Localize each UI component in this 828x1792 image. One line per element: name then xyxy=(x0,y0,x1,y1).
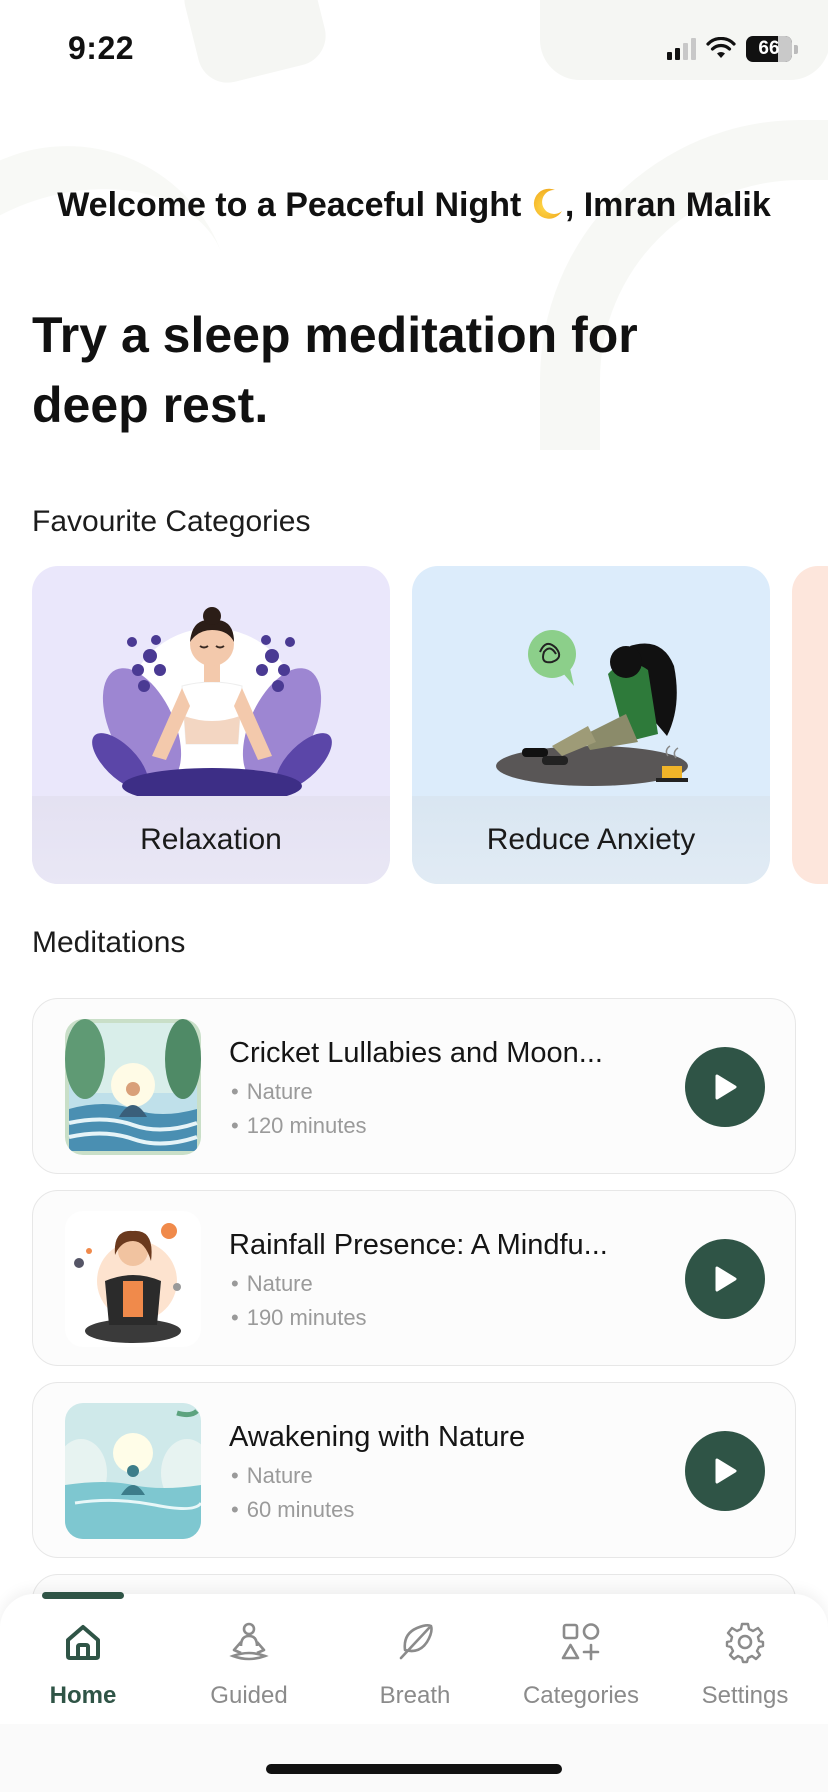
tab-breath[interactable]: Breath xyxy=(332,1620,498,1710)
play-button[interactable] xyxy=(685,1239,765,1319)
category-card-reduce-anxiety[interactable]: Reduce Anxiety xyxy=(412,566,770,884)
home-indicator[interactable] xyxy=(266,1764,562,1774)
tab-label: Breath xyxy=(379,1682,451,1709)
tab-settings[interactable]: Settings xyxy=(662,1620,828,1710)
category-card-relaxation[interactable]: Relaxation xyxy=(32,566,390,884)
tab-home[interactable]: Home xyxy=(0,1620,166,1710)
anxiety-illustration xyxy=(496,630,688,786)
tab-label: Categories xyxy=(522,1682,640,1709)
wifi-icon xyxy=(706,37,736,58)
play-icon xyxy=(715,1458,737,1484)
status-icons: 66 xyxy=(667,36,798,62)
battery-icon: 66 xyxy=(746,36,798,62)
shapes-icon xyxy=(561,1623,600,1661)
meditation-duration: • 120 minutes xyxy=(231,1113,367,1138)
tab-guided[interactable]: Guided xyxy=(166,1620,332,1710)
meditation-category: • Nature xyxy=(231,1463,313,1488)
play-button[interactable] xyxy=(685,1047,765,1127)
cellular-signal-icon xyxy=(667,38,696,60)
tab-label: Home xyxy=(49,1682,117,1709)
bottom-tab-bar: Home Guided Breath Categories Settings xyxy=(0,1592,828,1724)
meditation-category: • Nature xyxy=(231,1271,313,1296)
gear-icon xyxy=(725,1622,765,1664)
category-label: Relaxation xyxy=(32,796,390,884)
meditation-row[interactable]: Rainfall Presence: A Mindfu... • Nature •… xyxy=(32,1190,796,1366)
home-indicator-area xyxy=(0,1724,828,1792)
category-label: Reduce Anxiety xyxy=(412,796,770,884)
play-icon xyxy=(715,1266,737,1292)
meditation-title: Awakening with Nature xyxy=(229,1421,526,1453)
relaxation-illustration xyxy=(92,607,332,796)
meditations-section-title: Meditations xyxy=(32,926,186,959)
meditation-person-icon xyxy=(229,1622,269,1661)
meditation-duration: • 190 minutes xyxy=(231,1305,367,1330)
meditation-thumbnail xyxy=(65,1403,201,1539)
meditation-title: Cricket Lullabies and Moon... xyxy=(229,1037,603,1069)
meditation-duration: • 60 minutes xyxy=(231,1497,355,1522)
status-bar: 9:22 66 xyxy=(0,0,828,100)
meditation-row[interactable]: Cricket Lullabies and Moon... • Nature • 1… xyxy=(32,998,796,1174)
battery-level: 66 xyxy=(758,38,780,59)
meditation-thumbnail xyxy=(65,1019,201,1155)
meditation-title: Rainfall Presence: A Mindfu... xyxy=(229,1229,608,1261)
meditation-thumbnail xyxy=(65,1211,201,1347)
play-button[interactable] xyxy=(685,1431,765,1511)
feather-icon xyxy=(399,1624,433,1660)
app-screen: 9:22 66 Welcome to a Peaceful Night , Im… xyxy=(0,0,828,1792)
meditation-category: • Nature xyxy=(231,1079,313,1104)
play-icon xyxy=(715,1074,737,1100)
category-card-partial[interactable] xyxy=(792,566,828,884)
welcome-prefix: Welcome to a Peaceful Night xyxy=(57,186,522,224)
welcome-message: Welcome to a Peaceful Night , Imran Mali… xyxy=(0,186,828,225)
crescent-moon-icon xyxy=(533,188,562,219)
categories-section-title: Favourite Categories xyxy=(32,505,311,538)
home-icon xyxy=(66,1625,100,1660)
meditation-row[interactable]: Awakening with Nature • Nature • 60 minute… xyxy=(32,1382,796,1558)
tab-label: Settings xyxy=(701,1682,789,1709)
welcome-suffix: , Imran Malik xyxy=(564,186,771,224)
page-headline: Try a sleep meditation for deep rest. xyxy=(32,307,638,433)
status-time: 9:22 xyxy=(68,30,135,66)
active-tab-indicator xyxy=(42,1592,124,1599)
tab-categories[interactable]: Categories xyxy=(498,1620,664,1710)
tab-label: Guided xyxy=(210,1682,288,1709)
